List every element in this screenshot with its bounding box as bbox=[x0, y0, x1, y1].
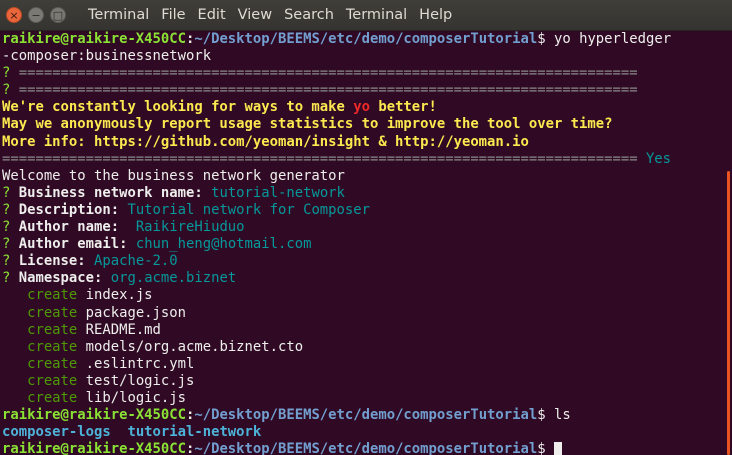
ls-output: composer-logs tutorial-network bbox=[2, 424, 722, 441]
prompt-user: raikire@raikire-X450CC bbox=[2, 407, 186, 424]
created-file: test/logic.js bbox=[77, 372, 195, 389]
scrollbar-thumb[interactable] bbox=[727, 171, 730, 455]
created-file: README.md bbox=[77, 321, 161, 338]
message-text: May we anonymously report usage statisti… bbox=[2, 116, 613, 133]
command-text: -composer:businessnetwork bbox=[2, 48, 212, 65]
separator-line: ? ======================================… bbox=[2, 65, 722, 82]
message-text: better! bbox=[369, 99, 437, 116]
create-word: create bbox=[2, 304, 78, 321]
field-value: org.acme.biznet bbox=[102, 270, 237, 287]
prompt-user: raikire@raikire-X450CC bbox=[2, 31, 186, 47]
menu-app-title[interactable]: Terminal bbox=[82, 7, 155, 23]
field-value: Apache-2.0 bbox=[85, 253, 178, 270]
field-label: License: bbox=[10, 253, 86, 270]
field-label: Author email: bbox=[10, 236, 128, 253]
menu-view[interactable]: View bbox=[232, 7, 278, 23]
create-line: create package.json bbox=[2, 305, 722, 322]
text-cursor[interactable] bbox=[554, 441, 562, 455]
equals-rule: ========================================… bbox=[2, 150, 638, 167]
title-bar: × − □ Terminal File Edit View Search Ter… bbox=[0, 0, 732, 31]
field-line: ? Author email: chun_heng@hotmail.com bbox=[2, 236, 722, 253]
equals-rule: ========================================… bbox=[10, 82, 638, 99]
create-word: create bbox=[2, 338, 78, 355]
create-line: create index.js bbox=[2, 287, 722, 304]
created-file: .eslintrc.yml bbox=[77, 355, 195, 372]
field-label: Description: bbox=[10, 201, 120, 218]
terminal-output[interactable]: raikire@raikire-X450CC:~/Desktop/BEEMS/e… bbox=[0, 31, 722, 455]
create-line: create models/org.acme.biznet.cto bbox=[2, 339, 722, 356]
close-icon[interactable]: × bbox=[6, 7, 22, 23]
window-controls: × − □ bbox=[0, 7, 76, 23]
create-word: create bbox=[2, 321, 78, 338]
minimize-icon[interactable]: − bbox=[28, 7, 44, 23]
command-text: ls bbox=[545, 407, 571, 424]
created-file: models/org.acme.biznet.cto bbox=[77, 338, 304, 355]
prompt-line: raikire@raikire-X450CC:~/Desktop/BEEMS/e… bbox=[2, 31, 722, 48]
separator-line: ========================================… bbox=[2, 151, 722, 168]
prompt-line: raikire@raikire-X450CC:~/Desktop/BEEMS/e… bbox=[2, 407, 722, 424]
equals-rule: ========================================… bbox=[10, 65, 638, 82]
maximize-icon[interactable]: □ bbox=[50, 7, 66, 23]
menu-terminal[interactable]: Terminal bbox=[340, 7, 413, 23]
prompt-dollar: $ bbox=[537, 407, 546, 424]
created-file: index.js bbox=[77, 287, 153, 304]
prompt-path: ~/Desktop/BEEMS/etc/demo/composerTutoria… bbox=[194, 407, 538, 424]
insight-message: May we anonymously report usage statisti… bbox=[2, 116, 722, 133]
field-value: Tutorial network for Composer bbox=[119, 201, 370, 218]
menu-edit[interactable]: Edit bbox=[192, 7, 232, 23]
created-file: package.json bbox=[77, 304, 186, 321]
field-line: ? Author name: RaikireHiuduo bbox=[2, 219, 722, 236]
menu-help[interactable]: Help bbox=[413, 7, 458, 23]
create-line: create test/logic.js bbox=[2, 373, 722, 390]
created-file: lib/logic.js bbox=[77, 389, 186, 406]
field-label: Author name: bbox=[10, 219, 120, 236]
prompt-path: ~/Desktop/BEEMS/etc/demo/composerTutoria… bbox=[194, 441, 538, 455]
field-value: chun_heng@hotmail.com bbox=[127, 236, 312, 253]
message-text: More info: https://github.com/yeoman/ins… bbox=[2, 133, 529, 150]
field-line: ? Description: Tutorial network for Comp… bbox=[2, 202, 722, 219]
create-word: create bbox=[2, 372, 78, 389]
menu-bar: Terminal File Edit View Search Terminal … bbox=[82, 7, 458, 23]
prompt-dollar: $ bbox=[537, 31, 546, 47]
ls-gap bbox=[111, 424, 128, 440]
command-text: yo hyperledger bbox=[545, 31, 672, 47]
directory-entry: tutorial-network bbox=[127, 424, 262, 441]
insight-message: We're constantly looking for ways to mak… bbox=[2, 99, 722, 116]
create-word: create bbox=[2, 287, 78, 304]
prompt-user: raikire@raikire-X450CC bbox=[2, 441, 186, 455]
yo-word: yo bbox=[353, 99, 370, 116]
current-prompt-line: raikire@raikire-X450CC:~/Desktop/BEEMS/e… bbox=[2, 441, 722, 455]
field-line: ? License: Apache-2.0 bbox=[2, 253, 722, 270]
menu-file[interactable]: File bbox=[155, 7, 191, 23]
create-line: create lib/logic.js bbox=[2, 390, 722, 407]
message-text: We're constantly looking for ways to mak… bbox=[2, 99, 354, 116]
create-word: create bbox=[2, 389, 78, 406]
field-label: Business network name: bbox=[10, 184, 203, 201]
field-value: RaikireHiuduo bbox=[119, 219, 245, 236]
welcome-text: Welcome to the business network generato… bbox=[2, 167, 345, 184]
terminal-window: × − □ Terminal File Edit View Search Ter… bbox=[0, 0, 732, 455]
prompt-dollar: $ bbox=[537, 441, 546, 455]
prompt-path: ~/Desktop/BEEMS/etc/demo/composerTutoria… bbox=[194, 31, 538, 47]
menu-search[interactable]: Search bbox=[278, 7, 340, 23]
create-word: create bbox=[2, 355, 78, 372]
field-label: Namespace: bbox=[10, 270, 103, 287]
insight-message: More info: https://github.com/yeoman/ins… bbox=[2, 134, 722, 151]
directory-entry: composer-logs bbox=[2, 424, 111, 441]
welcome-line: Welcome to the business network generato… bbox=[2, 168, 722, 185]
create-line: create .eslintrc.yml bbox=[2, 356, 722, 373]
field-line: ? Namespace: org.acme.biznet bbox=[2, 270, 722, 287]
field-value: tutorial-network bbox=[202, 184, 345, 201]
field-line: ? Business network name: tutorial-networ… bbox=[2, 185, 722, 202]
scrollbar[interactable] bbox=[722, 31, 732, 455]
create-line: create README.md bbox=[2, 322, 722, 339]
insight-answer: Yes bbox=[637, 150, 672, 167]
separator-line: ? ======================================… bbox=[2, 82, 722, 99]
command-continuation: -composer:businessnetwork bbox=[2, 48, 722, 65]
